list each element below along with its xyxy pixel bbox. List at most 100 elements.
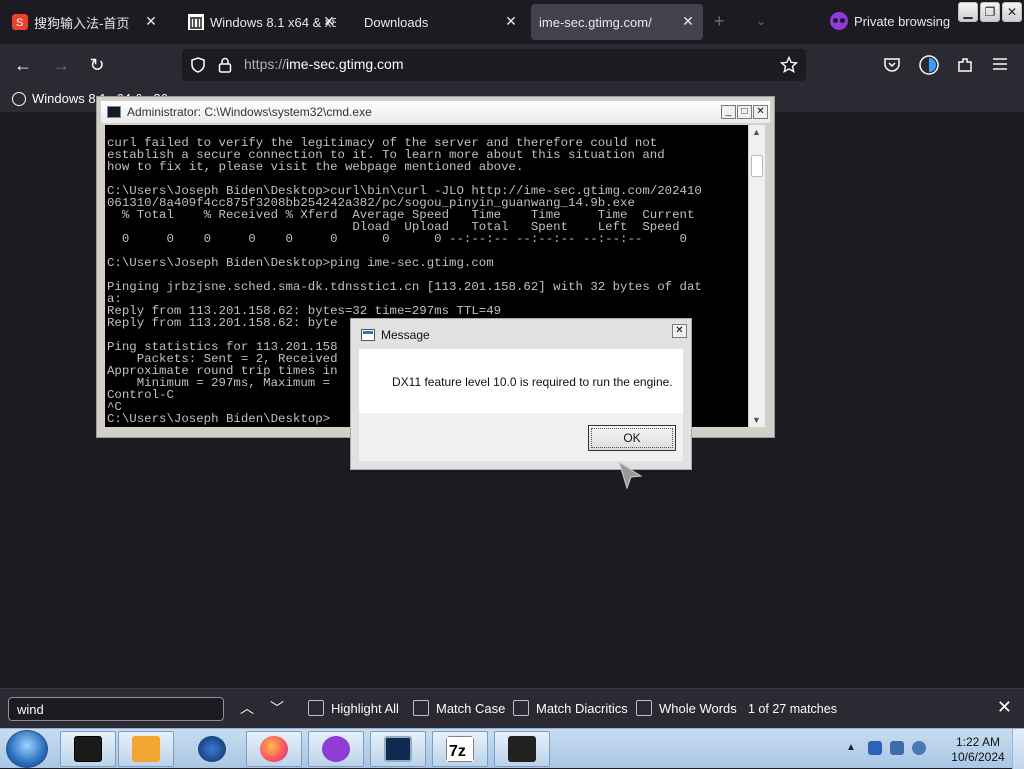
highlight-all-checkbox[interactable]: Highlight All	[308, 700, 399, 716]
lock-icon[interactable]	[218, 57, 232, 73]
new-tab-icon[interactable]: +	[714, 12, 725, 30]
globe-app-icon	[198, 736, 226, 762]
clock-date: 10/6/2024	[951, 750, 1005, 764]
7zip-icon: 7z	[446, 736, 474, 762]
message-text: DX11 feature level 10.0 is required to r…	[392, 375, 673, 389]
tab-title: 搜狗输入法-首页	[34, 15, 130, 31]
ok-button[interactable]: OK	[588, 425, 676, 451]
cmd-maximize-icon[interactable]: □	[737, 105, 752, 119]
find-bar: ︿ ﹀ Highlight All Match Case Match Diacr…	[0, 688, 1024, 728]
window-controls: ▁ ❐ ✕	[958, 2, 1022, 22]
network-icon[interactable]	[890, 741, 904, 755]
message-close-icon[interactable]: ✕	[672, 324, 687, 338]
match-case-checkbox[interactable]: Match Case	[413, 700, 505, 716]
find-previous-icon[interactable]: ︿	[240, 698, 254, 718]
whole-words-checkbox[interactable]: Whole Words	[636, 700, 737, 716]
find-next-icon[interactable]: ﹀	[270, 698, 284, 718]
forward-arrow-icon[interactable]: →	[50, 54, 72, 76]
minimize-icon[interactable]: ▁	[958, 2, 978, 22]
private-browsing-indicator: Private browsing	[830, 12, 950, 30]
scroll-thumb[interactable]	[751, 155, 763, 177]
cmd-icon	[384, 736, 412, 762]
cmd-minimize-icon[interactable]: _	[721, 105, 736, 119]
cmd-titlebar[interactable]: Administrator: C:\Windows\system32\cmd.e…	[101, 101, 770, 123]
taskbar-app-game[interactable]	[494, 731, 550, 767]
close-window-icon[interactable]: ✕	[1002, 2, 1022, 22]
globe-icon	[12, 91, 26, 106]
tab-close-icon[interactable]: ✕	[322, 14, 336, 28]
option-label: Match Diacritics	[536, 700, 628, 716]
svg-text:S: S	[16, 17, 23, 29]
terminal-icon	[74, 736, 102, 762]
extensions-icon[interactable]	[956, 56, 974, 74]
option-label: Highlight All	[331, 700, 399, 716]
message-dialog[interactable]: Message ✕ DX11 feature level 10.0 is req…	[350, 318, 692, 470]
start-button[interactable]	[6, 730, 48, 768]
find-input[interactable]	[8, 697, 224, 721]
option-label: Whole Words	[659, 700, 737, 716]
volume-icon[interactable]	[912, 741, 926, 755]
private-browsing-label: Private browsing	[854, 13, 951, 29]
cmd-title-text: Administrator: C:\Windows\system32\cmd.e…	[127, 105, 372, 119]
media-player-icon	[132, 736, 160, 762]
url-text[interactable]: https://ime-sec.gtimg.com	[244, 56, 404, 72]
scroll-up-icon[interactable]: ▲	[752, 127, 761, 137]
tab-ime-sec[interactable]: ime-sec.gtimg.com/ ✕	[531, 4, 703, 40]
close-find-bar-icon[interactable]: ✕	[997, 697, 1012, 718]
checkbox-icon	[636, 700, 652, 716]
navigation-bar: ← → ↻ https://ime-sec.gtimg.com	[0, 44, 1024, 86]
svg-text:7z: 7z	[449, 743, 466, 760]
tab-title: ime-sec.gtimg.com/	[539, 14, 652, 30]
tab-close-icon[interactable]: ✕	[504, 14, 518, 28]
firefox-icon	[260, 736, 288, 762]
taskbar-app-private-browsing[interactable]	[308, 731, 364, 767]
console-icon	[107, 106, 121, 118]
cmd-scrollbar[interactable]: ▲ ▼	[748, 125, 765, 427]
checkbox-icon	[513, 700, 529, 716]
tab-sogou[interactable]: S 搜狗输入法-首页 ✕	[4, 4, 166, 40]
taskbar-app-cmd[interactable]	[370, 731, 426, 767]
show-hidden-icons-icon[interactable]: ▲	[846, 742, 856, 753]
message-footer: OK	[359, 413, 683, 461]
pocket-icon[interactable]	[883, 56, 901, 74]
address-bar[interactable]: https://ime-sec.gtimg.com	[182, 49, 806, 81]
taskbar: 7z ▲ 1:22 AM 10/6/2024	[0, 728, 1024, 769]
tab-strip: S 搜狗输入法-首页 ✕ Windows 8.1 x64 & x86 ✕ Dow…	[0, 0, 1024, 44]
tab-close-icon[interactable]: ✕	[144, 14, 158, 28]
tab-title: Downloads	[364, 14, 429, 30]
account-icon[interactable]	[918, 54, 940, 76]
bookmark-star-icon[interactable]	[780, 56, 798, 74]
taskbar-app-globe[interactable]	[184, 731, 240, 767]
menu-icon[interactable]	[992, 57, 1008, 71]
tab-downloads[interactable]: Downloads ✕	[356, 4, 526, 40]
checkbox-icon	[308, 700, 324, 716]
back-arrow-icon[interactable]: ←	[12, 54, 34, 76]
tab-title: Windows 8.1 x64 & x86	[210, 14, 336, 30]
system-tray: ▲ 1:22 AM 10/6/2024	[838, 729, 1024, 769]
show-desktop-button[interactable]	[1012, 729, 1024, 769]
mouse-cursor-icon	[618, 460, 643, 490]
reload-icon[interactable]: ↻	[86, 54, 108, 76]
taskbar-app-7zip[interactable]: 7z	[432, 731, 488, 767]
game-icon	[508, 736, 536, 762]
scroll-down-icon[interactable]: ▼	[752, 415, 761, 425]
message-titlebar[interactable]: Message	[355, 323, 687, 347]
taskbar-app-terminal[interactable]	[60, 731, 116, 767]
clock-time: 1:22 AM	[955, 735, 1001, 749]
restore-icon[interactable]: ❐	[980, 2, 1000, 22]
window-icon	[361, 329, 375, 341]
match-count: 1 of 27 matches	[748, 702, 837, 716]
clock[interactable]: 1:22 AM 10/6/2024	[938, 735, 1018, 765]
match-diacritics-checkbox[interactable]: Match Diacritics	[513, 700, 628, 716]
taskbar-app-media-player[interactable]	[118, 731, 174, 767]
message-title: Message	[381, 328, 430, 342]
private-browsing-icon	[322, 736, 350, 762]
taskbar-app-firefox[interactable]	[246, 731, 302, 767]
tab-close-icon[interactable]: ✕	[681, 14, 695, 28]
checkbox-icon	[413, 700, 429, 716]
cmd-close-icon[interactable]: ✕	[753, 105, 768, 119]
tray-app-icon[interactable]	[868, 741, 882, 755]
shield-icon[interactable]	[190, 57, 206, 73]
list-tabs-chevron-icon[interactable]: ⌄	[756, 14, 766, 28]
tab-windows[interactable]: Windows 8.1 x64 & x86 ✕	[180, 4, 344, 40]
